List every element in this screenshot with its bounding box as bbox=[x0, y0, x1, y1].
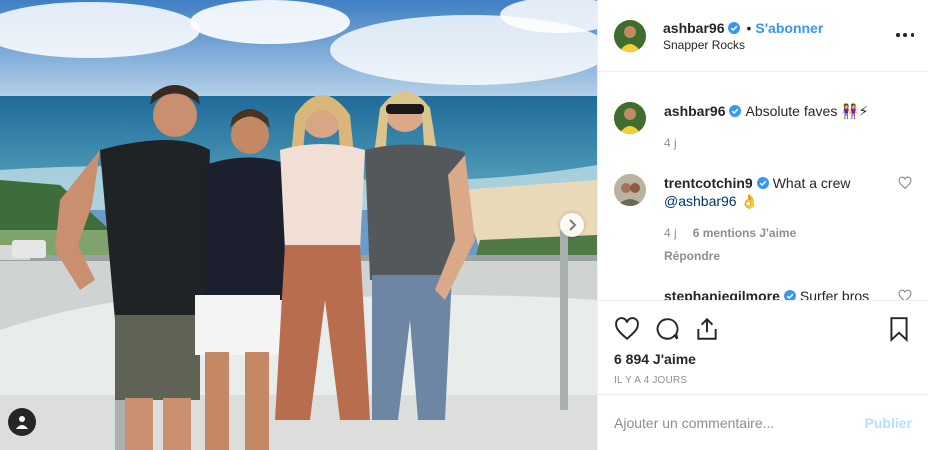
avatar[interactable] bbox=[614, 102, 646, 134]
comment-username[interactable]: stephaniegilmore bbox=[664, 288, 780, 300]
comment-input[interactable] bbox=[614, 414, 865, 431]
comment-bubble-icon[interactable] bbox=[654, 316, 680, 342]
post-photo[interactable] bbox=[0, 0, 597, 450]
separator-dot: • bbox=[746, 19, 752, 36]
verified-badge-icon bbox=[729, 105, 742, 117]
comment-time[interactable]: 4 j bbox=[664, 224, 677, 242]
add-comment-bar: Publier bbox=[598, 394, 928, 450]
more-options-icon[interactable] bbox=[896, 26, 914, 44]
avatar-image bbox=[614, 19, 646, 52]
post-author-username[interactable]: ashbar96 bbox=[663, 20, 724, 36]
avatar-image bbox=[614, 174, 646, 206]
reply-button[interactable]: Répondre bbox=[664, 247, 889, 265]
beach-group-photo bbox=[0, 0, 597, 450]
more-dot bbox=[903, 33, 907, 37]
verified-badge-icon bbox=[783, 290, 796, 300]
heart-outline-icon[interactable] bbox=[898, 176, 912, 190]
post-side-panel: ashbar96 • S'abonner Snapper Rocks ashba… bbox=[597, 0, 928, 450]
likes-count[interactable]: 6 894 J'aime bbox=[614, 351, 912, 367]
verified-badge-icon bbox=[728, 21, 741, 34]
comment-username[interactable]: ashbar96 bbox=[664, 103, 725, 119]
comment-item: stephaniegilmoreSurfer bros 😎😎 bbox=[614, 287, 912, 300]
mention-link[interactable]: @ashbar96 bbox=[664, 193, 737, 209]
comment-meta: 4 j bbox=[664, 134, 889, 152]
avatar-image bbox=[614, 102, 646, 134]
comment-text: Surfer bros bbox=[799, 288, 870, 300]
save-bookmark-icon[interactable] bbox=[886, 316, 912, 342]
comment-item: trentcotchin9 What a crew @ashbar96 👌 4 j… bbox=[614, 174, 912, 265]
avatar[interactable] bbox=[614, 174, 646, 206]
comment-text: What a crew bbox=[772, 175, 851, 191]
comment-meta: 4 j 6 mentions J'aime bbox=[664, 224, 889, 242]
post-actions: 6 894 J'aime IL Y A 4 JOURS Publier bbox=[598, 300, 928, 450]
comment-body: trentcotchin9 What a crew @ashbar96 👌 4 j… bbox=[664, 174, 889, 265]
comment-body: stephaniegilmoreSurfer bros 😎😎 bbox=[664, 287, 889, 300]
share-upload-icon[interactable] bbox=[694, 316, 720, 342]
comment-username[interactable]: trentcotchin9 bbox=[664, 175, 753, 191]
comments-list[interactable]: ashbar96 Absolute faves 👭⚡ 4 j trentcotc… bbox=[598, 72, 928, 300]
header-text: ashbar96 • S'abonner Snapper Rocks bbox=[663, 20, 823, 52]
follow-button[interactable]: S'abonner bbox=[755, 20, 823, 36]
tagged-people-button[interactable] bbox=[8, 408, 36, 436]
more-dot bbox=[910, 33, 914, 37]
caption-comment: ashbar96 Absolute faves 👭⚡ 4 j bbox=[614, 102, 912, 152]
comment-time[interactable]: 4 j bbox=[664, 134, 677, 152]
action-icons bbox=[614, 309, 912, 349]
next-photo-button[interactable] bbox=[560, 213, 584, 237]
post-header: ashbar96 • S'abonner Snapper Rocks bbox=[598, 0, 928, 72]
header-username-row: ashbar96 • S'abonner bbox=[663, 20, 823, 36]
avatar[interactable] bbox=[614, 19, 646, 52]
location-link[interactable]: Snapper Rocks bbox=[663, 38, 823, 52]
comment-emoji: 👌 bbox=[740, 193, 758, 209]
verified-badge-icon bbox=[756, 177, 769, 189]
post-date[interactable]: IL Y A 4 JOURS bbox=[614, 375, 912, 386]
chevron-right-icon bbox=[569, 219, 577, 231]
comment-text: Absolute faves 👭⚡ bbox=[745, 103, 869, 119]
comment-likes[interactable]: 6 mentions J'aime bbox=[693, 224, 797, 242]
publish-button[interactable]: Publier bbox=[865, 415, 912, 431]
comment-body: ashbar96 Absolute faves 👭⚡ 4 j bbox=[664, 102, 889, 152]
instagram-post: ashbar96 • S'abonner Snapper Rocks ashba… bbox=[0, 0, 928, 450]
user-tag-icon bbox=[16, 416, 28, 429]
heart-outline-icon[interactable] bbox=[898, 289, 912, 300]
like-heart-icon[interactable] bbox=[614, 316, 640, 342]
more-dot bbox=[896, 33, 900, 37]
